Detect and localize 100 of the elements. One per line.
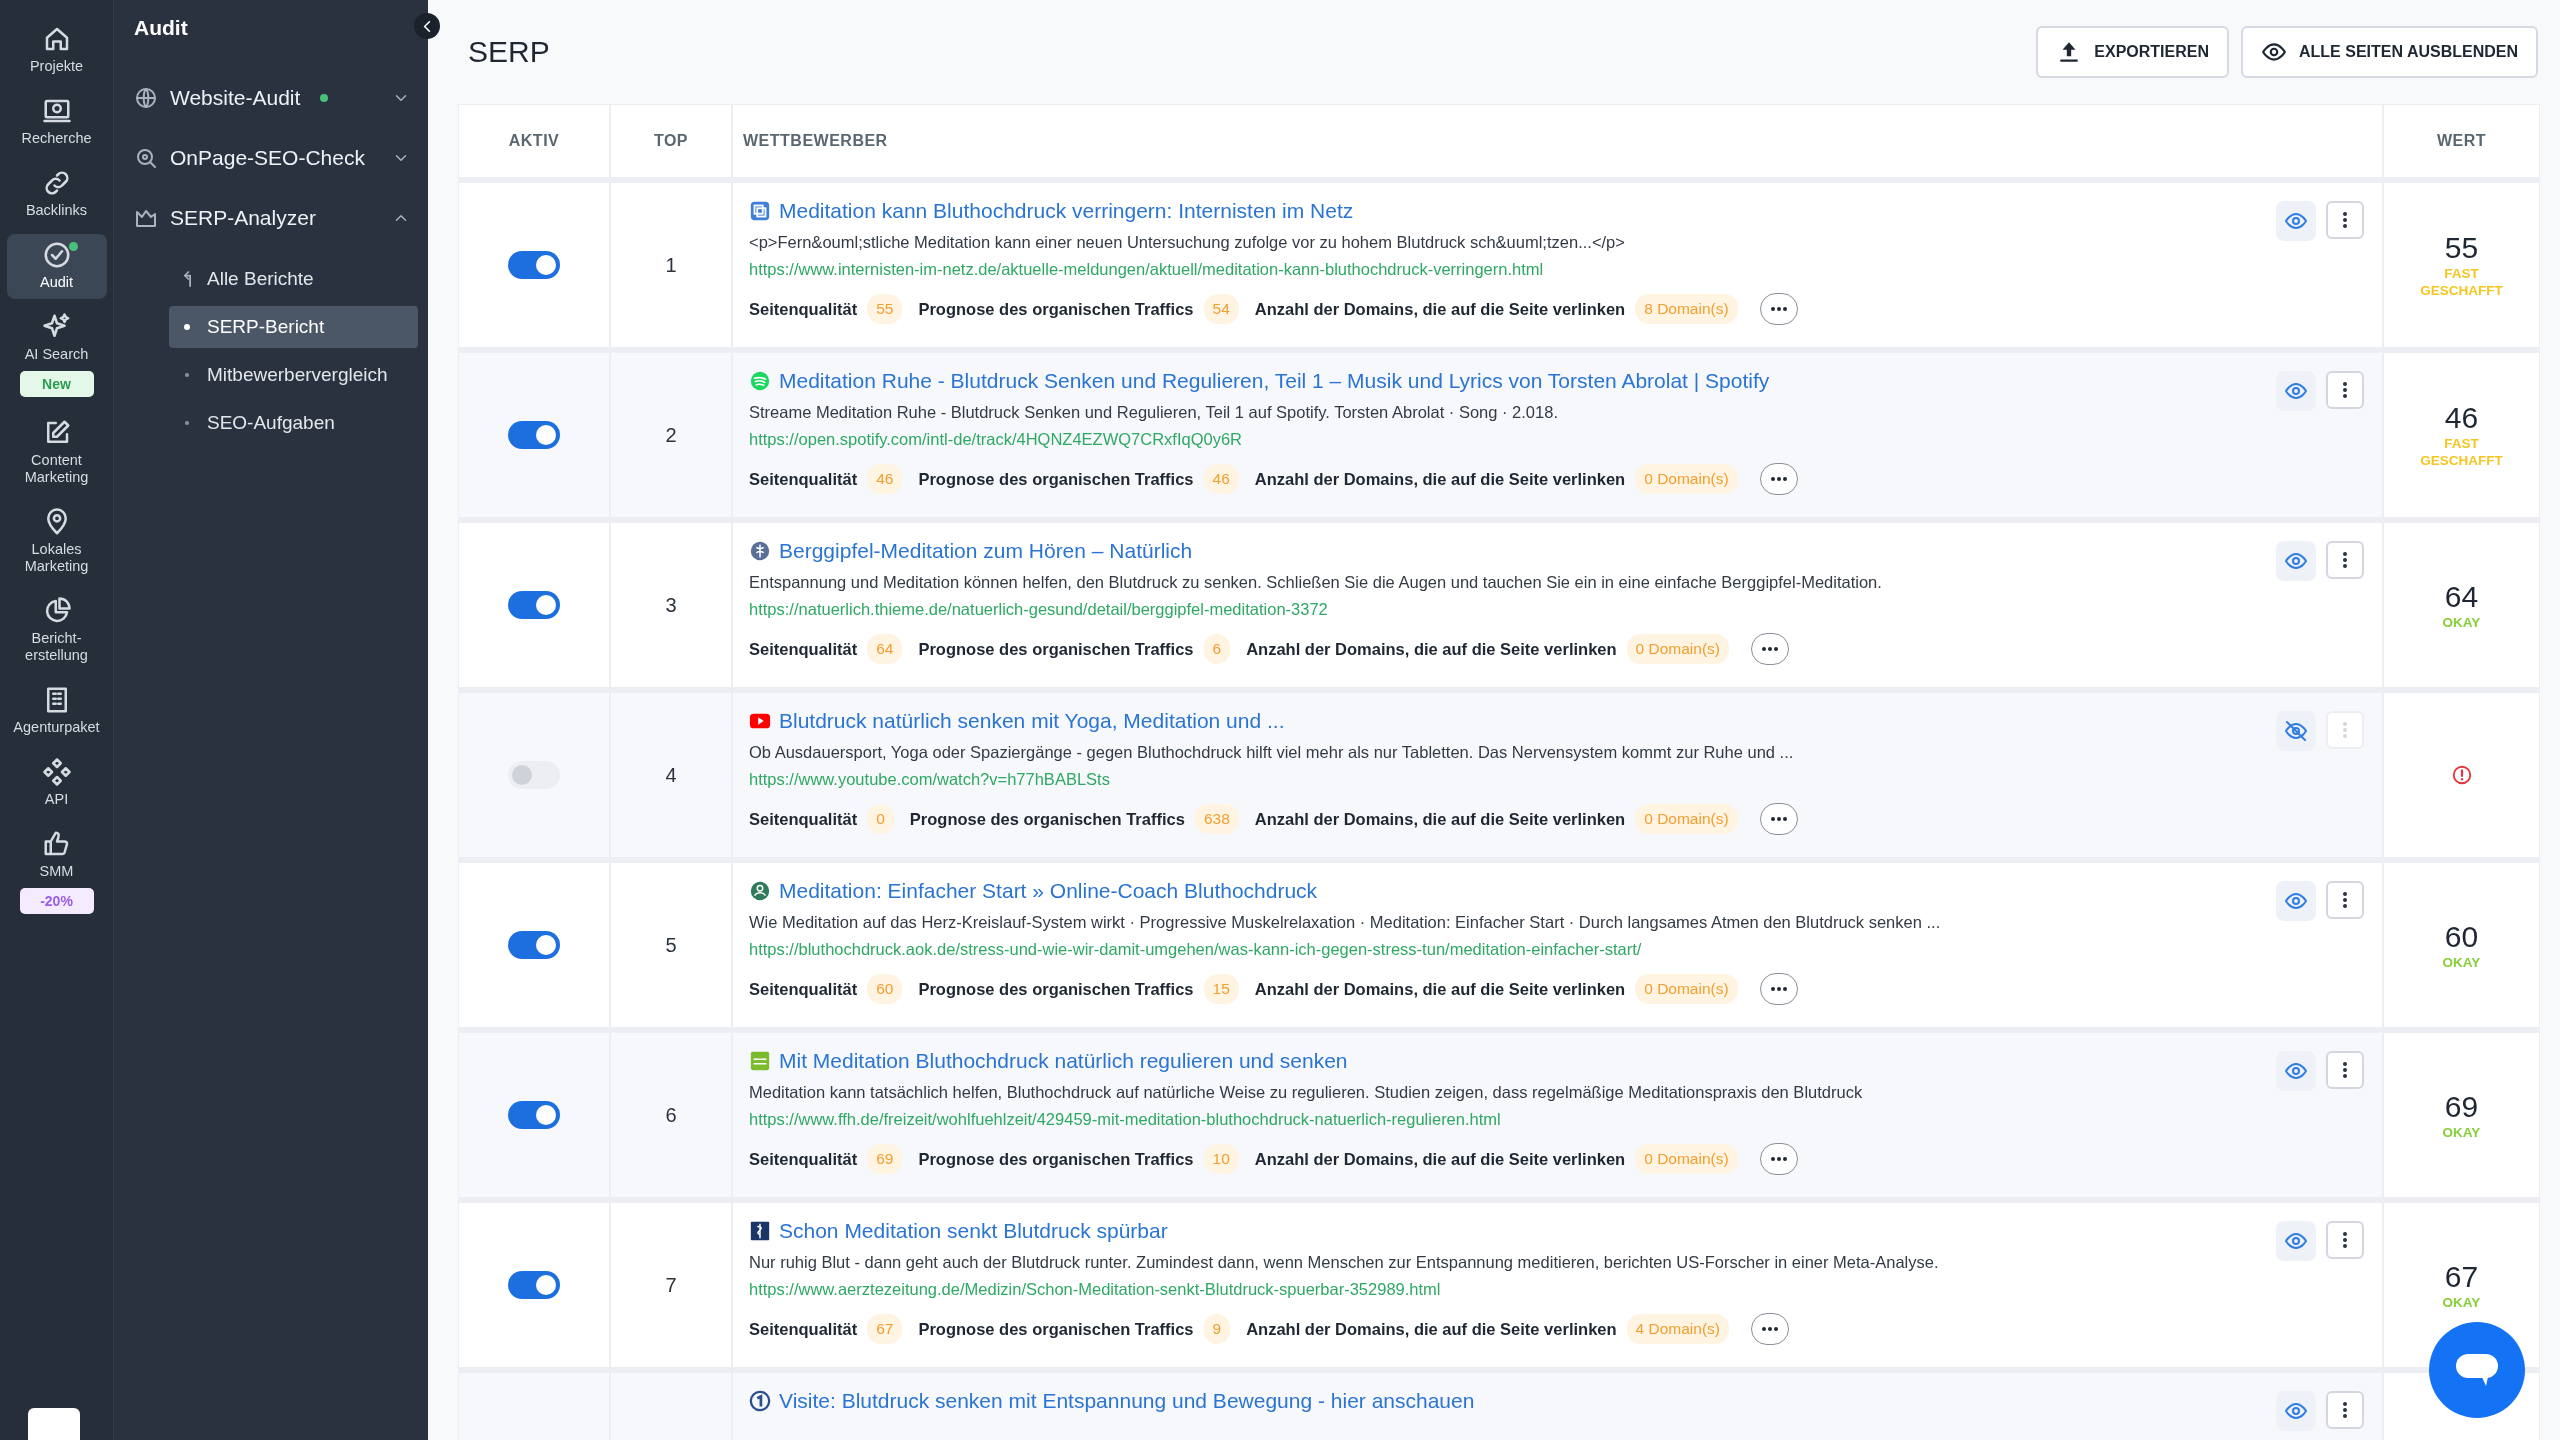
- more-button[interactable]: [1759, 293, 1798, 325]
- more-button[interactable]: [1751, 1313, 1789, 1345]
- result-title-link[interactable]: Meditation Ruhe - Blutdruck Senken und Regulieren, Teil 1 – Musik und Lyrics von Torsten Abrolat | Spotify: [779, 369, 1770, 393]
- toggle-switch[interactable]: [508, 421, 560, 449]
- metric-value: 4 Domain(s): [1626, 1314, 1729, 1344]
- result-snippet: Meditation kann tatsächlich helfen, Bluthochdruck auf natürliche Weise zu regulieren. Studien zeigen, dass regelmäßige Meditationspraxis den Blutdruck: [749, 1083, 1863, 1102]
- more-button[interactable]: [1759, 803, 1798, 835]
- sidebar-item[interactable]: Alle Berichte: [169, 258, 418, 300]
- nav-badge: -20%: [19, 888, 94, 914]
- toggle-switch[interactable]: [508, 1101, 560, 1129]
- visibility-button[interactable]: [2276, 541, 2316, 581]
- rank-number: 1: [665, 253, 677, 277]
- ellipsis-icon: [1769, 816, 1788, 822]
- metric-value: 9: [1203, 1314, 1231, 1344]
- sidebar-group[interactable]: OnPage-SEO-Check: [134, 138, 418, 178]
- nav-item[interactable]: Lokales Marketing: [6, 501, 107, 583]
- metric-label: Anzahl der Domains, die auf die Seite verlinken: [1254, 809, 1626, 829]
- nav-item[interactable]: Content Marketing: [6, 412, 107, 494]
- options-button[interactable]: [2326, 1391, 2364, 1429]
- ellipsis-icon: [1769, 306, 1788, 312]
- metric-label: Seitenqualität: [749, 639, 858, 659]
- export-button[interactable]: EXPORTIEREN: [2036, 26, 2229, 78]
- nav-item[interactable]: API: [6, 751, 107, 816]
- nav-item[interactable]: SMM -20%: [6, 823, 107, 922]
- metric-value: 8 Domain(s): [1635, 294, 1738, 324]
- visibility-button[interactable]: [2276, 201, 2316, 241]
- result-title-link[interactable]: Meditation kann Bluthochdruck verringern: Internisten im Netz: [779, 199, 1354, 223]
- score-label: FAST GESCHAFFT: [2419, 435, 2504, 469]
- more-button[interactable]: [1759, 1143, 1798, 1175]
- metric-value: 55: [867, 294, 903, 324]
- visibility-button[interactable]: [2276, 881, 2316, 921]
- metric-value: 638: [1194, 804, 1239, 834]
- sidebar-item[interactable]: SEO-Aufgaben: [169, 402, 418, 444]
- toggle-switch[interactable]: [508, 931, 560, 959]
- options-button[interactable]: [2326, 201, 2364, 239]
- options-button[interactable]: [2326, 881, 2364, 919]
- nav-item[interactable]: Backlinks: [6, 162, 107, 227]
- result-snippet: Entspannung und Meditation können helfen, den Blutdruck zu senken. Schließen Sie die Augen und tauchen Sie ein in eine einfache Berggipfel-Meditation.: [749, 573, 1882, 592]
- result-title-link[interactable]: Blutdruck natürlich senken mit Yoga, Meditation und ...: [779, 709, 1285, 733]
- toggle-switch[interactable]: [508, 251, 560, 279]
- metric-value: 0 Domain(s): [1626, 634, 1729, 664]
- metric-value: 46: [867, 464, 903, 494]
- sidebar-group[interactable]: SERP-Analyzer: [134, 198, 418, 238]
- more-button[interactable]: [1759, 463, 1798, 495]
- options-button[interactable]: [2326, 371, 2364, 409]
- result-title-link[interactable]: Berggipfel-Meditation zum Hören – Natürlich: [779, 539, 1193, 563]
- rank-number: 2: [665, 423, 677, 447]
- result-title-link[interactable]: Meditation: Einfacher Start » Online-Coach Bluthochdruck: [779, 879, 1318, 903]
- result-title-link[interactable]: Mit Meditation Bluthochdruck natürlich regulieren und senken: [779, 1049, 1348, 1073]
- result-snippet: Nur ruhig Blut - dann geht auch der Blutdruck runter. Zumindest dann, wenn Menschen zur Entspannung meditieren, berichten US-Forscher in einer Meta-Analyse.: [749, 1253, 1939, 1272]
- metric-label: Anzahl der Domains, die auf die Seite verlinken: [1254, 469, 1626, 489]
- collapse-button[interactable]: [414, 13, 440, 39]
- nav-item[interactable]: Recherche: [6, 90, 107, 155]
- result-snippet: <p>Fern&ouml;stliche Meditation kann einer neuen Untersuchung zufolge vor zu hohem Blutdruck sch&uuml;tzen...</p>: [749, 233, 1625, 252]
- toggle-switch[interactable]: [508, 591, 560, 619]
- favicon-icon: [749, 1050, 771, 1072]
- nav-item[interactable]: Bericht-erstellung: [6, 590, 107, 672]
- sidebar-item[interactable]: SERP-Bericht: [169, 306, 418, 348]
- nav-item[interactable]: Agenturpaket: [6, 679, 107, 744]
- sidebar-group[interactable]: Website-Audit: [134, 78, 418, 118]
- favicon-icon: [749, 1220, 771, 1242]
- visibility-button[interactable]: [2276, 711, 2316, 751]
- options-button[interactable]: [2326, 1221, 2364, 1259]
- score-value: 69: [2444, 1089, 2479, 1124]
- metric-value: 0 Domain(s): [1635, 974, 1738, 1004]
- rank-number: 5: [665, 933, 677, 957]
- rank-number: 7: [665, 1273, 677, 1297]
- ellipsis-icon: [1761, 646, 1779, 652]
- result-title-link[interactable]: Schon Meditation senkt Blutdruck spürbar: [779, 1219, 1168, 1243]
- visibility-button[interactable]: [2276, 371, 2316, 411]
- more-vertical-icon: [2342, 381, 2348, 399]
- score-value: 64: [2444, 579, 2479, 614]
- options-button[interactable]: [2326, 541, 2364, 579]
- visibility-button[interactable]: [2276, 1391, 2316, 1431]
- rank-number: 6: [665, 1103, 677, 1127]
- nav-item[interactable]: Projekte: [6, 18, 107, 83]
- result-title-link[interactable]: Visite: Blutdruck senken mit Entspannung und Bewegung - hier anschauen: [779, 1389, 1475, 1413]
- hide-all-button[interactable]: ALLE SEITEN AUSBLENDEN: [2241, 26, 2538, 78]
- ellipsis-icon: [1769, 476, 1788, 482]
- nav-item[interactable]: Audit: [6, 234, 107, 299]
- options-button[interactable]: [2326, 1051, 2364, 1089]
- metric-label: Prognose des organischen Traffics: [909, 809, 1185, 829]
- page-title: SERP: [468, 35, 550, 69]
- column-header: WERT: [2436, 132, 2487, 150]
- metric-value: 6: [1203, 634, 1231, 664]
- more-button[interactable]: [1759, 973, 1798, 1005]
- metric-label: Anzahl der Domains, die auf die Seite verlinken: [1254, 299, 1626, 319]
- nav-item[interactable]: AI Search New: [6, 306, 107, 405]
- more-button[interactable]: [1751, 633, 1789, 665]
- metric-value: 0 Domain(s): [1635, 464, 1738, 494]
- more-vertical-icon: [2342, 211, 2348, 229]
- score-label: OKAY: [2442, 953, 2481, 971]
- toggle-switch[interactable]: [508, 1271, 560, 1299]
- metric-value: 60: [867, 974, 903, 1004]
- sidebar-item[interactable]: Mitbewerbervergleich: [169, 354, 418, 396]
- visibility-button[interactable]: [2276, 1221, 2316, 1261]
- visibility-button[interactable]: [2276, 1051, 2316, 1091]
- score-label: FAST GESCHAFFT: [2419, 265, 2504, 299]
- ellipsis-icon: [1769, 986, 1788, 992]
- toggle-switch[interactable]: [508, 761, 560, 789]
